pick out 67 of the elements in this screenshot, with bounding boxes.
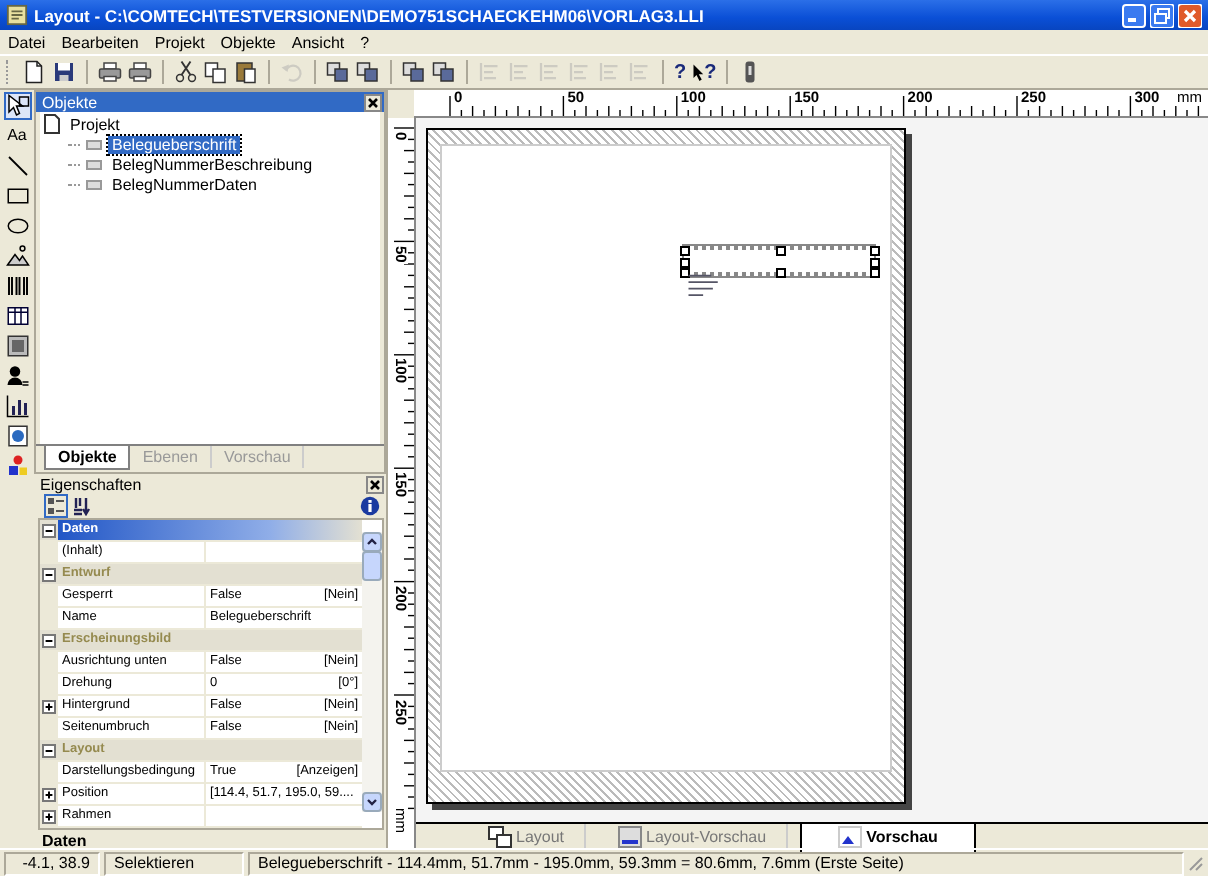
window-title: Layout - C:\COMTECH\TESTVERSIONEN\DEMO751SCHAECKEHM06\VORLAG3.LLI <box>34 5 704 25</box>
text-tool[interactable]: Aa <box>3 124 31 148</box>
collapse-icon[interactable] <box>42 523 56 537</box>
bar-chart-icon[interactable] <box>5 394 29 418</box>
maximize-button[interactable] <box>1150 3 1174 27</box>
menu-item[interactable]: Bearbeiten <box>61 33 139 51</box>
picture-icon[interactable] <box>5 334 29 358</box>
menu-item[interactable]: ? <box>360 33 370 51</box>
menu-item[interactable]: Ansicht <box>291 33 345 51</box>
pointer-icon[interactable] <box>5 94 29 118</box>
status-text: Belegueberschrift - 114.4mm, 51.7mm - 195.0mm, 59.3mm = 80.6mm, 7.6mm (Erste Seite) <box>248 851 1184 875</box>
view-tab[interactable]: Layout <box>468 824 587 850</box>
shapes-icon[interactable] <box>5 454 29 478</box>
resize-handle[interactable] <box>775 268 785 278</box>
barcode-icon[interactable] <box>5 274 29 298</box>
help-button[interactable]: ? <box>674 61 687 83</box>
tree-item[interactable]: Belegueberschrift <box>108 135 241 153</box>
minimize-button[interactable] <box>1122 3 1146 27</box>
sort-icon[interactable] <box>72 496 92 516</box>
close-button[interactable] <box>1178 3 1202 27</box>
categorized-icon[interactable] <box>46 496 66 516</box>
app-icon <box>6 4 28 26</box>
menu-item[interactable]: Projekt <box>154 33 205 51</box>
text-object-frame[interactable] <box>684 246 874 276</box>
line-icon[interactable] <box>5 154 29 178</box>
expand-icon[interactable] <box>42 809 56 823</box>
table-icon[interactable] <box>5 304 29 328</box>
person-text-icon[interactable] <box>5 364 29 388</box>
tree-item[interactable]: BelegNummerBeschreibung <box>108 155 317 173</box>
collapse-icon[interactable] <box>42 633 56 647</box>
expand-icon[interactable] <box>42 699 56 713</box>
collapse-icon[interactable] <box>42 567 56 581</box>
rectangle-icon[interactable] <box>5 184 29 208</box>
status-text: -4.1, 38.9 <box>4 851 100 875</box>
panel-title: Eigenschaften <box>40 475 142 493</box>
collapse-icon[interactable] <box>42 743 56 757</box>
layers-icon[interactable] <box>432 60 456 84</box>
context-help-button[interactable]: ? <box>692 61 717 83</box>
expand-icon[interactable] <box>42 787 56 801</box>
printer-icon[interactable] <box>128 60 152 84</box>
document-icon[interactable] <box>22 60 46 84</box>
menu-item[interactable]: Datei <box>8 33 46 51</box>
status-text: Selektieren <box>104 851 244 875</box>
ellipse-icon[interactable] <box>5 214 29 238</box>
globe-document-icon[interactable] <box>5 424 29 448</box>
resize-grip-icon[interactable] <box>1188 855 1204 871</box>
panel-title: Objekte <box>42 93 98 111</box>
menu-item[interactable]: Objekte <box>220 33 276 51</box>
scissors-icon[interactable] <box>174 60 198 84</box>
clipboard-icon[interactable] <box>234 60 258 84</box>
printer-icon[interactable] <box>98 60 122 84</box>
resize-handle[interactable] <box>775 246 785 256</box>
view-tab[interactable]: Layout-Vorschau <box>598 824 789 850</box>
preview-icon <box>618 826 643 848</box>
close-icon[interactable] <box>366 475 384 493</box>
mountain-icon[interactable] <box>5 244 29 268</box>
copy-icon[interactable] <box>204 60 228 84</box>
tree-item[interactable]: Projekt <box>66 115 124 133</box>
tree-item[interactable]: BelegNummerDaten <box>108 175 261 193</box>
panel-tab[interactable]: Objekte <box>44 446 131 470</box>
layers-icon[interactable] <box>402 60 426 84</box>
property-description: Daten <box>42 832 87 850</box>
info-icon[interactable] <box>360 496 380 516</box>
layers-icon[interactable] <box>356 60 380 84</box>
close-icon[interactable] <box>364 93 382 111</box>
layers-icon[interactable] <box>326 60 350 84</box>
pointer-icon <box>692 62 705 82</box>
